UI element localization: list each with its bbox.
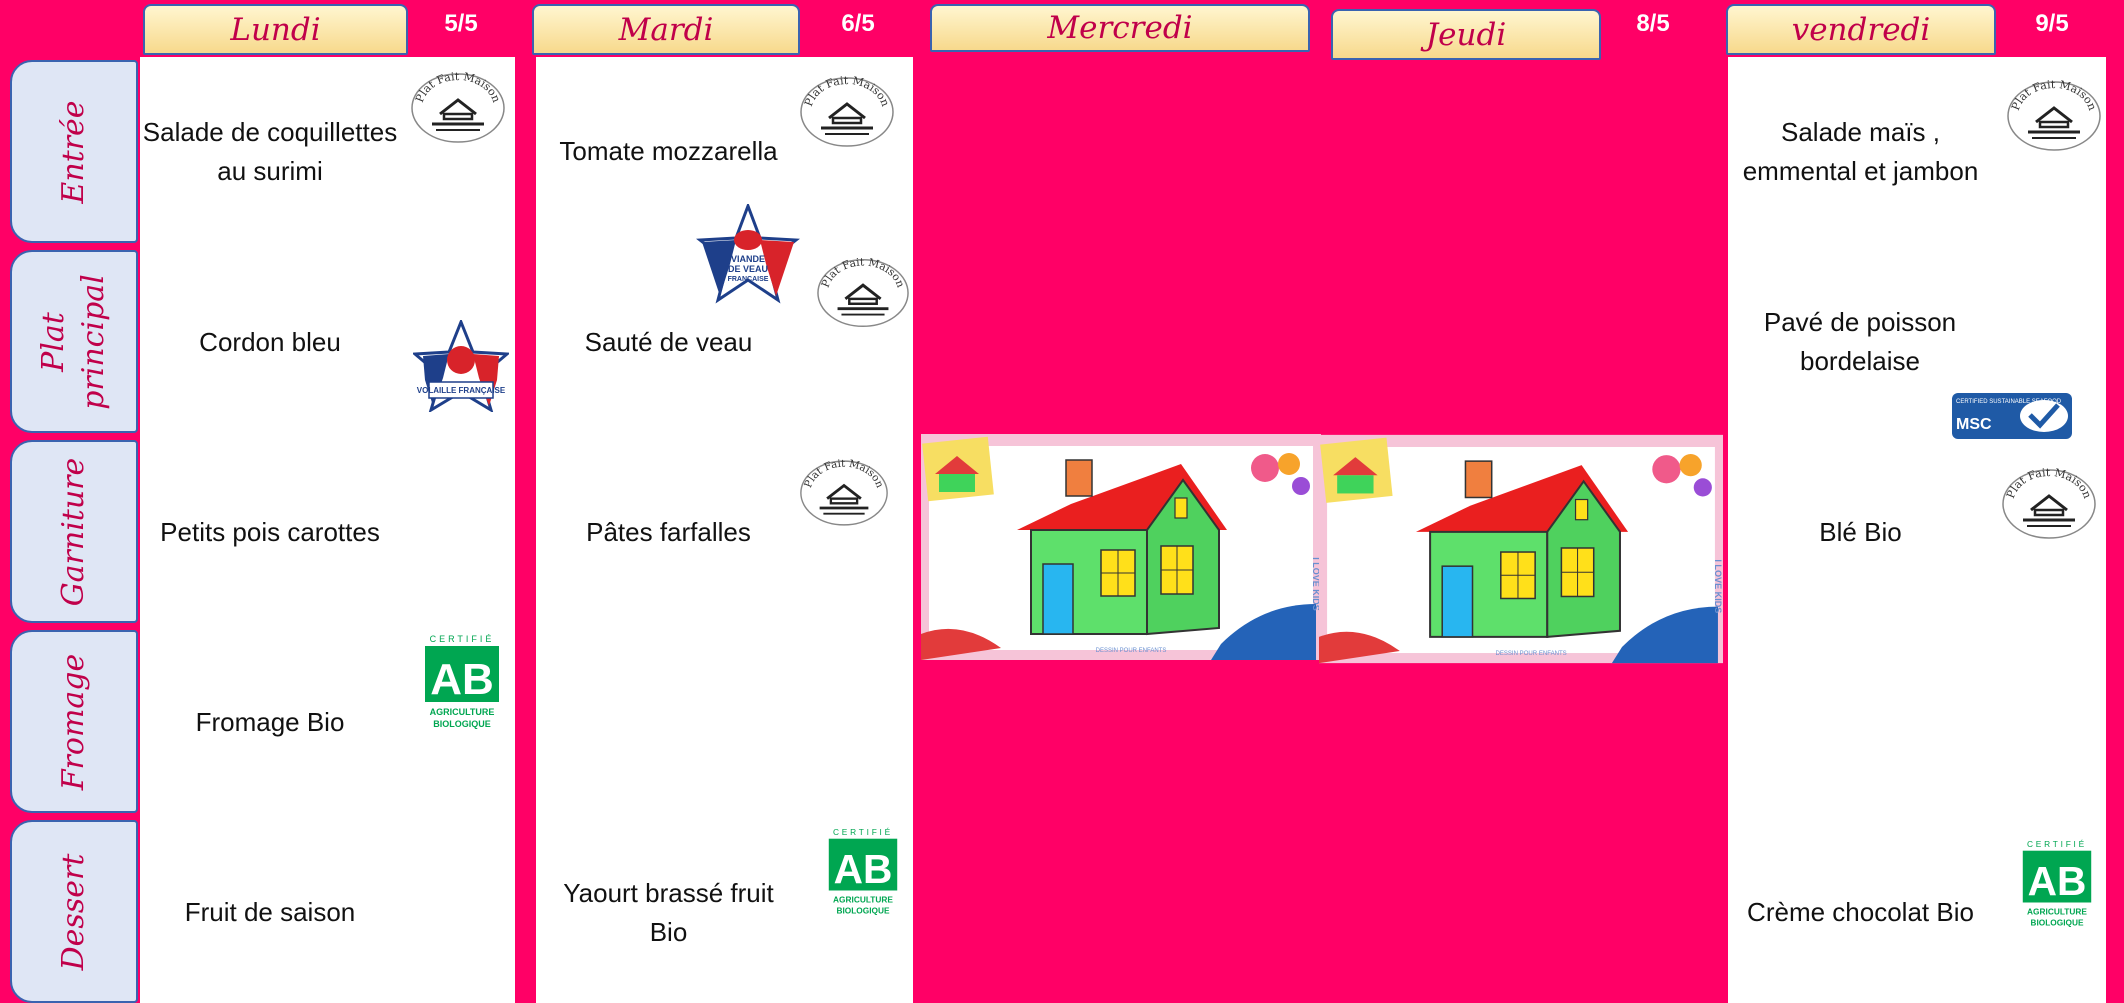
dish-lundi-garniture: Petits pois carottes [160,517,380,547]
row-tab-garniture: Garniture [10,440,138,623]
svg-text:BIOLOGIQUE: BIOLOGIQUE [2030,918,2084,928]
dish-lundi-plat: Cordon bleu [199,327,341,357]
svg-text:AGRICULTURE: AGRICULTURE [833,895,893,905]
agriculture-biologique-icon: CERTIFIÉ AB AGRICULTURE BIOLOGIQUE [828,827,898,916]
date-lundi: 5/5 [444,10,478,37]
msc-icon: CERTIFIED SUSTAINABLE SEAFOOD MSC [1952,393,2072,439]
dish-lundi-dessert: Fruit de saison [184,897,356,927]
row-tab-fromage: Fromage [10,630,138,813]
svg-text:FRANÇAISE: FRANÇAISE [728,276,769,283]
svg-text:DESSIN POUR ENFANTS: DESSIN POUR ENFANTS [1096,648,1167,654]
plat-fait-maison-icon: Plat Fait Maison [2007,78,2101,151]
plat-fait-maison-icon: Plat Fait Maison [2002,466,2096,539]
date-vendredi: 9/5 [2035,10,2069,37]
dish-mardi-dessert: Yaourt brassé fruit Bio [563,878,774,947]
day-tab-mercredi: Mercredi [930,4,1310,52]
row-tab-plat-principal: Plat principal [10,250,138,433]
svg-text:MSC: MSC [1956,416,1992,433]
dish-mardi-plat: Sauté de veau [584,327,753,357]
svg-text:AGRICULTURE: AGRICULTURE [2027,907,2087,917]
dish-mardi-garniture: Pâtes farfalles [586,517,751,547]
svg-text:AGRICULTURE: AGRICULTURE [430,707,495,717]
svg-text:DESSIN POUR ENFANTS: DESSIN POUR ENFANTS [1495,651,1566,657]
row-tab-dessert: Dessert [10,820,138,1003]
svg-text:CERTIFIÉ: CERTIFIÉ [430,634,495,644]
svg-text:I LOVE KIDS: I LOVE KIDS [1713,559,1723,613]
plat-fait-maison-icon: Plat Fait Maison [800,458,888,526]
svg-text:BIOLOGIQUE: BIOLOGIQUE [836,906,890,916]
svg-text:CERTIFIÉ: CERTIFIÉ [833,827,893,837]
svg-text:AB: AB [430,655,494,704]
volaille-francaise-icon: VOLAILLE FRANÇAISE [413,320,509,412]
viande-de-veau-francaise-icon: VIANDE DE VEAU FRANÇAISE [696,204,800,304]
date-mardi: 6/5 [841,10,875,37]
agriculture-biologique-icon: CERTIFIÉ AB AGRICULTURE BIOLOGIQUE [2022,839,2092,928]
dish-vendredi-entree: Salade maïs , emmental et jambon [1742,117,1979,186]
svg-text:CERTIFIÉ: CERTIFIÉ [2027,839,2087,849]
row-tab-entree: Entrée [10,60,138,243]
date-jeudi: 8/5 [1636,10,1670,37]
plat-fait-maison-icon: Plat Fait Maison [800,74,894,147]
day-tab-jeudi: Jeudi [1331,9,1601,60]
plat-fait-maison-icon: Plat Fait Maison [817,256,909,328]
dish-vendredi-garniture: Blé Bio [1819,517,1902,547]
day-tab-lundi: Lundi [143,4,408,55]
dish-vendredi-dessert: Crème chocolat Bio [1747,897,1974,927]
svg-text:VIANDE: VIANDE [731,254,765,264]
dish-lundi-entree: Salade de coquillettes au surimi [142,117,398,186]
svg-text:AB: AB [834,846,893,892]
svg-text:BIOLOGIQUE: BIOLOGIQUE [433,719,491,729]
house-illustration: I LOVE KIDS DESSIN POUR ENFANTS [1319,434,1723,664]
dish-lundi-fromage: Fromage Bio [195,707,345,737]
plat-fait-maison-icon: Plat Fait Maison [411,72,505,143]
dish-vendredi-plat: Pavé de poisson bordelaise [1763,307,1957,376]
agriculture-biologique-icon: CERTIFIÉ AB AGRICULTURE BIOLOGIQUE [425,634,499,729]
day-tab-vendredi: vendredi [1726,4,1996,55]
svg-text:VOLAILLE FRANÇAISE: VOLAILLE FRANÇAISE [417,386,506,395]
svg-text:AB: AB [2028,858,2087,904]
house-illustration: I LOVE KIDS DESSIN POUR ENFANTS [921,434,1321,660]
day-tab-mardi: Mardi [532,4,800,55]
svg-text:DE VEAU: DE VEAU [728,264,768,274]
dish-mardi-entree: Tomate mozzarella [559,136,778,166]
